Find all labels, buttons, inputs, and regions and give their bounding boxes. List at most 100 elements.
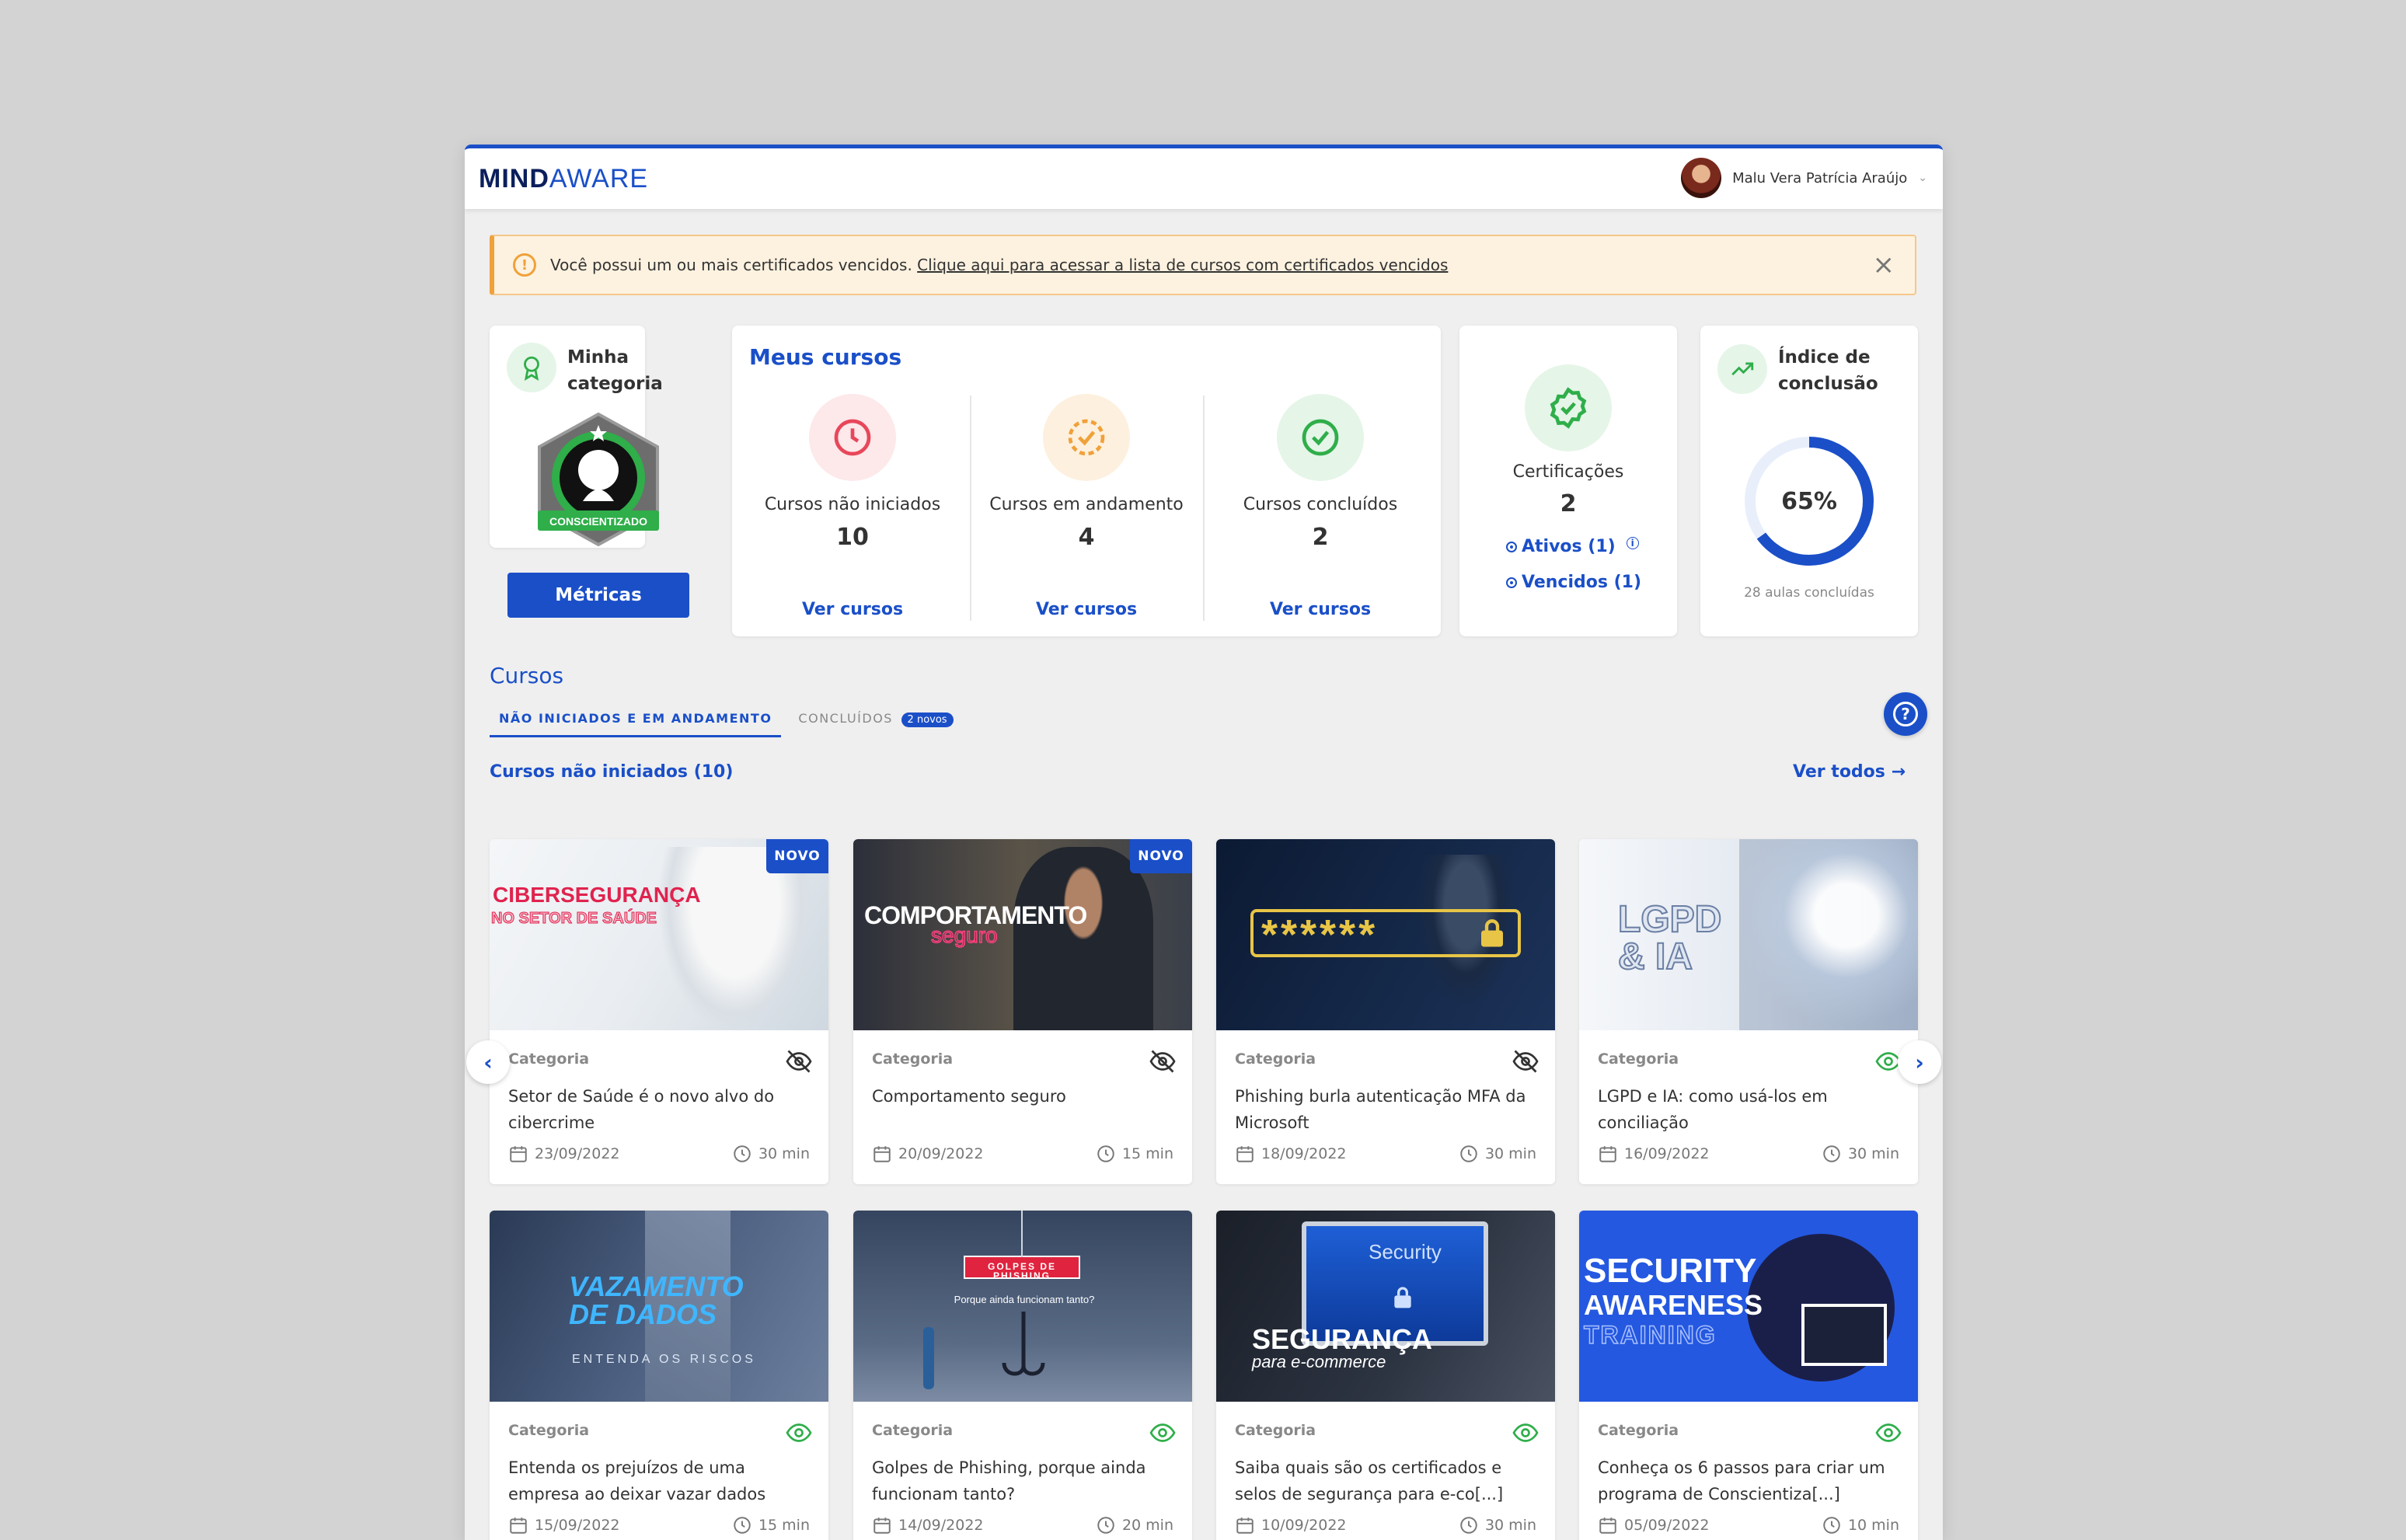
lock-icon — [1481, 919, 1503, 947]
progress-check-icon — [1043, 394, 1130, 481]
help-button[interactable]: ? — [1884, 692, 1927, 736]
course-date: 14/09/2022 — [872, 1515, 984, 1535]
new-count-badge: 2 novos — [901, 713, 954, 727]
course-thumbnail: GOLPES DE PHISHING Porque ainda funciona… — [853, 1211, 1192, 1402]
calendar-icon — [510, 1517, 527, 1534]
stat-label: Cursos em andamento — [989, 495, 1184, 514]
avatar — [1681, 158, 1722, 198]
my-courses-title: Meus cursos — [749, 344, 902, 370]
stat-in-progress: Cursos em andamento 4 Ver cursos — [971, 394, 1202, 619]
course-title: LGPD e IA: como usá-los em conciliação — [1598, 1087, 1828, 1132]
clock-icon — [734, 1145, 751, 1162]
course-duration: 30 min — [1822, 1144, 1899, 1164]
course-card[interactable]: CIBERSEGURANÇA NO SETOR DE SAÚDE NOVO Ca… — [490, 839, 828, 1184]
active-certificates-link[interactable]: Ativos (1) i — [1506, 537, 1639, 556]
calendar-icon — [1599, 1517, 1616, 1534]
clock-icon — [1097, 1517, 1114, 1534]
course-duration: 10 min — [1822, 1515, 1899, 1535]
completion-title-line1: Índice de — [1778, 347, 1871, 368]
chevron-left-icon: ‹ — [483, 1049, 493, 1075]
fishing-hook-icon — [1002, 1312, 1045, 1376]
course-date: 05/09/2022 — [1598, 1515, 1710, 1535]
see-all-link[interactable]: Ver todos → — [1793, 762, 1906, 782]
course-category: Categoria — [1598, 1050, 1679, 1068]
calendar-icon — [1236, 1146, 1254, 1162]
user-name: Malu Vera Patrícia Araújo — [1732, 169, 1908, 186]
course-category: Categoria — [508, 1050, 590, 1068]
calendar-icon — [873, 1146, 891, 1162]
course-title: Saiba quais são os certificados e selos … — [1235, 1458, 1504, 1503]
course-date: 20/09/2022 — [872, 1144, 984, 1164]
warning-icon: ! — [513, 253, 536, 277]
clock-icon — [1823, 1145, 1840, 1162]
course-category: Categoria — [508, 1422, 590, 1439]
course-thumbnail: COMPORTAMENTO seguro NOVO — [853, 839, 1192, 1030]
user-menu[interactable]: Malu Vera Patrícia Araújo ⌄ — [1681, 158, 1927, 198]
metrics-button[interactable]: Métricas — [507, 573, 689, 618]
stat-value: 2 — [1312, 524, 1329, 551]
course-thumbnail: SECURITY AWARENESS TRAINING — [1579, 1211, 1918, 1402]
course-thumbnail: Security SEGURANÇA para e-commerce — [1216, 1211, 1555, 1402]
close-icon[interactable]: × — [1873, 252, 1895, 278]
radio-dot-icon — [1506, 577, 1517, 588]
view-courses-link[interactable]: Ver cursos — [737, 600, 968, 619]
tab-completed[interactable]: CONCLUÍDOS 2 novos — [798, 705, 962, 737]
course-card[interactable]: COMPORTAMENTO seguro NOVO Categoria Comp… — [853, 839, 1192, 1184]
tab-not-started-in-progress[interactable]: NÃO INICIADOS E EM ANDAMENTO — [490, 705, 782, 737]
course-date: 16/09/2022 — [1598, 1144, 1710, 1164]
calendar-icon — [1236, 1517, 1254, 1534]
course-card[interactable]: LGPD & IA Categoria LGPD e IA: como usá-… — [1579, 839, 1918, 1184]
course-card[interactable]: SECURITY AWARENESS TRAINING Categoria Co… — [1579, 1211, 1918, 1540]
course-title: Conheça os 6 passos para criar um progra… — [1598, 1458, 1885, 1503]
course-duration: 15 min — [732, 1515, 810, 1535]
clock-icon — [809, 394, 896, 481]
course-title: Golpes de Phishing, porque ainda funcion… — [872, 1458, 1146, 1503]
category-title-line2: categoria — [567, 374, 663, 394]
course-duration: 15 min — [1096, 1144, 1173, 1164]
stat-not-started: Cursos não iniciados 10 Ver cursos — [737, 394, 968, 619]
clock-icon — [1460, 1517, 1477, 1534]
conscientizado-badge — [538, 412, 659, 547]
course-category: Categoria — [872, 1050, 954, 1068]
completion-subtitle: 28 aulas concluídas — [1744, 585, 1874, 601]
course-thumbnail: VAZAMENTO DE DADOS ENTENDA OS RISCOS — [490, 1211, 828, 1402]
eye-off-icon — [785, 1047, 813, 1078]
alert-text: Você possui um ou mais certificados venc… — [550, 256, 912, 274]
course-card[interactable]: Security SEGURANÇA para e-commerce Categ… — [1216, 1211, 1555, 1540]
not-started-subtitle: Cursos não iniciados (10) — [490, 762, 734, 782]
view-courses-link[interactable]: Ver cursos — [971, 600, 1202, 619]
check-circle-icon — [1277, 394, 1364, 481]
course-category: Categoria — [1235, 1422, 1316, 1439]
stat-label: Cursos concluídos — [1243, 495, 1398, 514]
stat-completed: Cursos concluídos 2 Ver cursos — [1205, 394, 1436, 619]
course-card[interactable]: GOLPES DE PHISHING Porque ainda funciona… — [853, 1211, 1192, 1540]
alert-link[interactable]: Clique aqui para acessar a lista de curs… — [917, 256, 1448, 274]
course-card[interactable]: ****** Categoria Phishing burla autentic… — [1216, 839, 1555, 1184]
course-title: Comportamento seguro — [872, 1087, 1066, 1106]
badge-label: CONSCIENTIZADO — [549, 515, 647, 528]
courses-section-title: Cursos — [490, 663, 564, 688]
eye-icon — [1874, 1419, 1902, 1450]
certifications-value: 2 — [1560, 490, 1577, 517]
clock-icon — [1823, 1517, 1840, 1534]
view-courses-link[interactable]: Ver cursos — [1205, 600, 1436, 619]
stat-value: 4 — [1078, 524, 1095, 551]
course-date: 15/09/2022 — [508, 1515, 620, 1535]
completion-title-line2: conclusão — [1778, 374, 1878, 394]
course-date: 10/09/2022 — [1235, 1515, 1347, 1535]
course-title: Entenda os prejuízos de uma empresa ao d… — [508, 1458, 766, 1503]
carousel-prev-button[interactable]: ‹ — [466, 1040, 510, 1084]
course-duration: 30 min — [1459, 1144, 1536, 1164]
new-badge: NOVO — [766, 839, 828, 873]
course-duration: 30 min — [1459, 1515, 1536, 1535]
carousel-next-button[interactable]: › — [1898, 1040, 1941, 1084]
mindaware-logo[interactable]: MINDAWARE — [479, 164, 648, 194]
course-date: 18/09/2022 — [1235, 1144, 1347, 1164]
course-thumbnail: ****** — [1216, 839, 1555, 1030]
course-duration: 20 min — [1096, 1515, 1173, 1535]
course-card[interactable]: VAZAMENTO DE DADOS ENTENDA OS RISCOS Cat… — [490, 1211, 828, 1540]
info-icon[interactable]: i — [1626, 537, 1639, 549]
calendar-icon — [873, 1517, 891, 1534]
course-category: Categoria — [1598, 1422, 1679, 1439]
expired-certificates-link[interactable]: Vencidos (1) — [1506, 573, 1641, 592]
